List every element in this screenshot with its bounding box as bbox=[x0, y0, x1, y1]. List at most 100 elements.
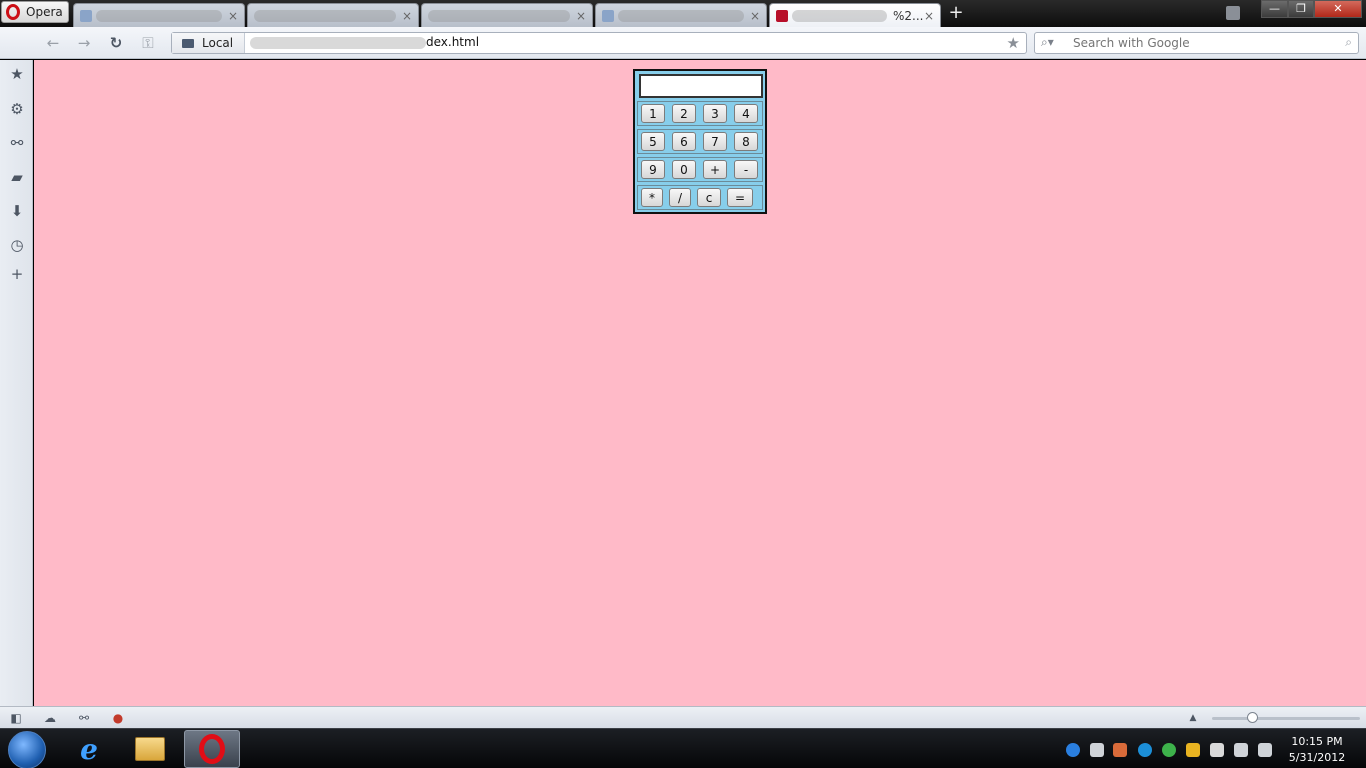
tray-bluetooth-icon[interactable] bbox=[1162, 743, 1176, 757]
calculator-row: * / c = bbox=[637, 185, 763, 210]
address-toolbar: ← → ↻ ⚿ Local dex.html ★ ⌕▾ ⌕ bbox=[0, 27, 1366, 59]
key-0[interactable]: 0 bbox=[672, 160, 696, 179]
notes-icon[interactable]: ▰ bbox=[7, 167, 27, 187]
closed-tabs-trash-icon[interactable] bbox=[1226, 6, 1240, 20]
key-7[interactable]: 7 bbox=[703, 132, 727, 151]
reload-button[interactable]: ↻ bbox=[106, 33, 126, 53]
panel-toggle-icon[interactable]: ◧ bbox=[8, 710, 24, 726]
tab-close-icon[interactable]: × bbox=[402, 9, 412, 23]
search-box[interactable]: ⌕▾ ⌕ bbox=[1034, 32, 1359, 54]
tab-bar: Opera × × × × %2... × + — ❐ ✕ bbox=[0, 0, 1366, 27]
bookmark-star-icon[interactable]: ★ bbox=[1007, 34, 1020, 52]
url-blurred-portion bbox=[250, 37, 426, 49]
tab-close-icon[interactable]: × bbox=[228, 9, 238, 23]
key-icon[interactable]: ⚿ bbox=[138, 33, 158, 53]
page-content: 1 2 3 4 5 6 7 8 9 0 + - * / c = bbox=[34, 60, 1366, 706]
key-plus[interactable]: + bbox=[703, 160, 727, 179]
tab-close-icon[interactable]: × bbox=[924, 9, 934, 23]
new-tab-button[interactable]: + bbox=[946, 4, 966, 24]
tab-close-icon[interactable]: × bbox=[750, 9, 760, 23]
clock-time: 10:15 PM bbox=[1291, 735, 1343, 748]
tab-1[interactable]: × bbox=[73, 3, 245, 27]
search-input[interactable] bbox=[1073, 33, 1333, 53]
search-engine-icon[interactable]: ⌕▾ bbox=[1041, 35, 1054, 50]
close-window-button[interactable]: ✕ bbox=[1314, 0, 1362, 18]
tray-flash-icon[interactable] bbox=[1066, 743, 1080, 757]
tray-speaker-icon[interactable] bbox=[1258, 743, 1272, 757]
zoom-arrow-icon[interactable]: ▲ bbox=[1185, 710, 1201, 726]
tab-3[interactable]: × bbox=[421, 3, 593, 27]
restore-button[interactable]: ❐ bbox=[1288, 0, 1314, 18]
settings-icon[interactable]: ⚙ bbox=[7, 99, 27, 119]
key-equals[interactable]: = bbox=[727, 188, 753, 207]
start-button[interactable] bbox=[8, 731, 46, 768]
calculator-row: 9 0 + - bbox=[637, 157, 763, 182]
system-clock[interactable]: 10:15 PM 5/31/2012 bbox=[1286, 734, 1348, 766]
key-minus[interactable]: - bbox=[734, 160, 758, 179]
key-2[interactable]: 2 bbox=[672, 104, 696, 123]
internet-explorer-taskbar-button[interactable]: e bbox=[61, 730, 117, 768]
internet-explorer-icon: e bbox=[80, 732, 98, 766]
back-button[interactable]: ← bbox=[43, 33, 63, 53]
key-1[interactable]: 1 bbox=[641, 104, 665, 123]
tray-display-icon[interactable] bbox=[1234, 743, 1248, 757]
tab-title: %2... bbox=[893, 8, 924, 23]
calculator-row: 1 2 3 4 bbox=[637, 101, 763, 126]
location-badge[interactable]: Local bbox=[172, 33, 245, 53]
calculator: 1 2 3 4 5 6 7 8 9 0 + - * / c = bbox=[633, 69, 767, 214]
url-text[interactable]: dex.html bbox=[426, 35, 479, 49]
tab-title bbox=[254, 9, 396, 22]
tab-active[interactable]: %2... × bbox=[769, 3, 941, 27]
browser-status-bar: ◧ ☁ ⚯ ● ▲ bbox=[0, 706, 1366, 728]
key-5[interactable]: 5 bbox=[641, 132, 665, 151]
add-panel-icon[interactable]: + bbox=[7, 264, 27, 284]
key-4[interactable]: 4 bbox=[734, 104, 758, 123]
tab-title bbox=[428, 9, 570, 22]
tab-4[interactable]: × bbox=[595, 3, 767, 27]
tray-sync-icon[interactable] bbox=[1138, 743, 1152, 757]
tray-network-icon[interactable] bbox=[1090, 743, 1104, 757]
windows-taskbar: e 10:15 PM 5/31/2012 bbox=[0, 728, 1366, 768]
calculator-row: 5 6 7 8 bbox=[637, 129, 763, 154]
tab-2[interactable]: × bbox=[247, 3, 419, 27]
zoom-slider-track[interactable] bbox=[1212, 717, 1360, 720]
turbo-icon[interactable]: ☁ bbox=[42, 710, 58, 726]
file-explorer-taskbar-button[interactable] bbox=[122, 730, 178, 768]
key-3[interactable]: 3 bbox=[703, 104, 727, 123]
search-go-icon[interactable]: ⌕ bbox=[1345, 35, 1352, 50]
downloads-icon[interactable]: ⬇ bbox=[7, 201, 27, 221]
unite-status-icon[interactable]: ⚯ bbox=[76, 710, 92, 726]
history-icon[interactable]: ◷ bbox=[7, 235, 27, 255]
folder-icon bbox=[135, 737, 165, 761]
opera-menu-label: Opera bbox=[26, 5, 63, 19]
opera-taskbar-button[interactable] bbox=[184, 730, 240, 768]
panel-sidebar: ★ ⚙ ⚯ ▰ ⬇ ◷ + bbox=[0, 60, 33, 706]
tray-warning-icon[interactable] bbox=[1186, 743, 1200, 757]
opera-logo-icon bbox=[6, 4, 20, 20]
tray-volume-muted-icon[interactable] bbox=[1113, 743, 1127, 757]
bookmarks-icon[interactable]: ★ bbox=[7, 64, 27, 84]
clock-date: 5/31/2012 bbox=[1288, 751, 1346, 764]
key-8[interactable]: 8 bbox=[734, 132, 758, 151]
tab-title bbox=[96, 9, 222, 22]
zoom-slider-handle[interactable] bbox=[1247, 712, 1258, 723]
forward-button[interactable]: → bbox=[74, 33, 94, 53]
notification-icon[interactable]: ● bbox=[110, 710, 126, 726]
key-multiply[interactable]: * bbox=[641, 188, 663, 207]
address-bar[interactable]: Local dex.html ★ bbox=[171, 32, 1027, 54]
opera-icon bbox=[199, 734, 225, 764]
key-divide[interactable]: / bbox=[669, 188, 691, 207]
tab-favicon-icon bbox=[602, 9, 614, 22]
unite-icon[interactable]: ⚯ bbox=[7, 133, 27, 153]
minimize-button[interactable]: — bbox=[1261, 0, 1288, 18]
calculator-display[interactable] bbox=[639, 74, 763, 98]
opera-menu-button[interactable]: Opera bbox=[1, 1, 69, 23]
location-badge-label: Local bbox=[202, 36, 234, 50]
key-6[interactable]: 6 bbox=[672, 132, 696, 151]
tab-close-icon[interactable]: × bbox=[576, 9, 586, 23]
computer-icon bbox=[182, 38, 194, 48]
key-9[interactable]: 9 bbox=[641, 160, 665, 179]
tray-action-center-icon[interactable] bbox=[1210, 743, 1224, 757]
tab-title bbox=[618, 9, 744, 22]
key-clear[interactable]: c bbox=[697, 188, 721, 207]
